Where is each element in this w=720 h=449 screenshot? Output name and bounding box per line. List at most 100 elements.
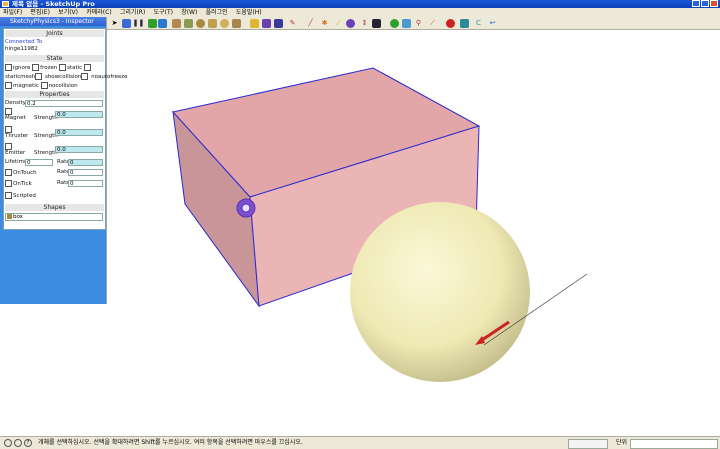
joint-icon[interactable] [346,19,355,28]
density-input[interactable]: 0.2 [25,100,103,107]
static-checkbox[interactable] [59,64,67,71]
lifetime-rate-input[interactable]: 0 [68,159,103,166]
app-icon [2,1,9,7]
thruster-label: Thruster [5,133,29,139]
menu-plugins[interactable]: 플러그인 [203,8,231,17]
menu-draw[interactable]: 그리기(R) [117,8,148,17]
leaf-icon[interactable] [402,19,411,28]
joint-marker-inner [241,203,251,213]
close-button[interactable] [710,0,718,7]
ignore-checkbox[interactable] [5,64,12,71]
pin-icon[interactable]: ⚲ [414,19,423,28]
unit-label: 단위 [616,439,628,446]
gear-icon[interactable]: ✱ [320,19,329,28]
window-controls [692,0,718,7]
lifetime-input[interactable]: 0 [25,159,53,166]
menu-edit[interactable]: 편집(E) [27,8,53,17]
density-label: Density [5,100,26,106]
ignore-label: ignore [13,65,31,71]
help-icon[interactable]: ? [24,439,32,447]
magnet-label: Magnet [5,115,26,121]
scripted-checkbox[interactable] [5,192,12,199]
cone-icon[interactable] [208,19,217,28]
inspector-panel: SketchyPhysics3 - Inspector Joints Conne… [0,17,127,304]
dot-icon[interactable] [372,19,381,28]
stick-icon[interactable]: ⟋ [428,19,437,28]
nocollision-label: nocollision [48,83,78,89]
shape-select[interactable]: box [5,213,103,221]
magnetic-checkbox[interactable] [5,82,12,89]
connected-to-label: Connected To [5,39,43,45]
scripted-label: Scripted [13,193,36,199]
play-button[interactable] [148,19,157,28]
menu-camera[interactable]: 카메라(C) [83,8,114,17]
torus-icon[interactable] [232,19,241,28]
box-shape-icon [7,214,12,219]
shape-value: box [13,214,23,220]
window-title: 제목 없음 - SketchUp Pro [12,0,95,8]
box-2-icon[interactable] [184,19,193,28]
staticmesh-checkbox[interactable] [35,73,43,80]
menu-bar: 파일(F) 편집(E) 보기(V) 카메라(C) 그리기(R) 도구(T) 창(… [0,8,720,17]
ball-icon[interactable] [390,19,399,28]
maximize-button[interactable] [701,0,709,7]
ontouch-checkbox[interactable] [5,169,12,176]
thruster-checkbox[interactable] [5,126,12,133]
state-row-3: magnetic nocollision [5,82,78,90]
ontick-label: OnTick [13,181,32,187]
nocollision-checkbox[interactable] [40,82,48,89]
frozen-label: frozen [40,65,58,71]
magnet-checkbox[interactable] [5,108,12,115]
magnet-icon[interactable] [262,19,271,28]
geo-location-icon[interactable] [4,439,12,447]
sphere-icon[interactable] [220,19,229,28]
box-icon[interactable] [172,19,181,28]
showcollision-label: showcollision [44,74,82,80]
spring-icon[interactable]: ⟋ [334,19,343,28]
ontick-checkbox[interactable] [5,180,12,187]
staticmesh-label: staticmesh [5,74,36,80]
magnet-strength-input[interactable]: 0.0 [55,111,103,118]
menu-help[interactable]: 도움말(H) [233,8,265,17]
menu-tools[interactable]: 도구(T) [151,8,176,17]
connected-to-value[interactable]: hinge11982 [5,46,38,53]
rewind-icon[interactable] [158,19,167,28]
shapes-heading: Shapes [5,204,104,211]
3d-viewport[interactable] [107,30,720,430]
record-icon[interactable] [446,19,455,28]
key-icon[interactable] [250,19,259,28]
menu-file[interactable]: 파일(F) [0,8,25,17]
extra-checkbox[interactable] [83,64,91,71]
thruster-strength-input[interactable]: 0.0 [55,129,103,136]
state-heading: State [5,55,104,62]
slider-icon[interactable]: ↕ [360,19,369,28]
emitter-icon[interactable] [460,19,469,28]
title-bar: 제목 없음 - SketchUp Pro [0,0,720,8]
menu-view[interactable]: 보기(V) [55,8,81,17]
emitter-checkbox[interactable] [5,143,12,150]
static-label: static [67,65,83,71]
ontick-rate-input[interactable]: 0 [68,180,103,187]
pen-icon[interactable]: ╱ [306,19,315,28]
ontouch-label: OnTouch [13,170,37,176]
emitter-strength-input[interactable]: 0.0 [55,146,103,153]
status-bar: ? 개체를 선택하십시오. 선택을 확대하려면 Shift를 누르십시오. 여러… [0,436,720,449]
magnetic-label: magnetic [13,83,39,89]
play-icon[interactable] [122,19,131,28]
pause-icon[interactable]: ❚❚ [133,19,145,28]
link-icon[interactable] [274,19,283,28]
toolbar: ➤ ❚❚ ✎ ╱ ✱ ⟋ ↕ ⚲ ⟋ ᑕ ↩ [0,17,720,30]
sphere-shape[interactable] [350,202,530,382]
frozen-checkbox[interactable] [32,64,40,71]
arrow-cursor-icon[interactable]: ➤ [110,19,119,28]
exit-icon[interactable]: ↩ [488,19,497,28]
credits-icon[interactable] [14,439,22,447]
thruster-icon[interactable]: ᑕ [474,19,483,28]
wrench-icon[interactable]: ✎ [288,19,297,28]
minimize-button[interactable] [692,0,700,7]
showcollision-checkbox[interactable] [81,73,89,80]
inspector-body: Joints Connected To hinge11982 State ign… [3,28,127,230]
ontouch-rate-input[interactable]: 0 [68,169,103,176]
menu-window[interactable]: 창(W) [178,8,200,17]
cylinder-icon[interactable] [196,19,205,28]
